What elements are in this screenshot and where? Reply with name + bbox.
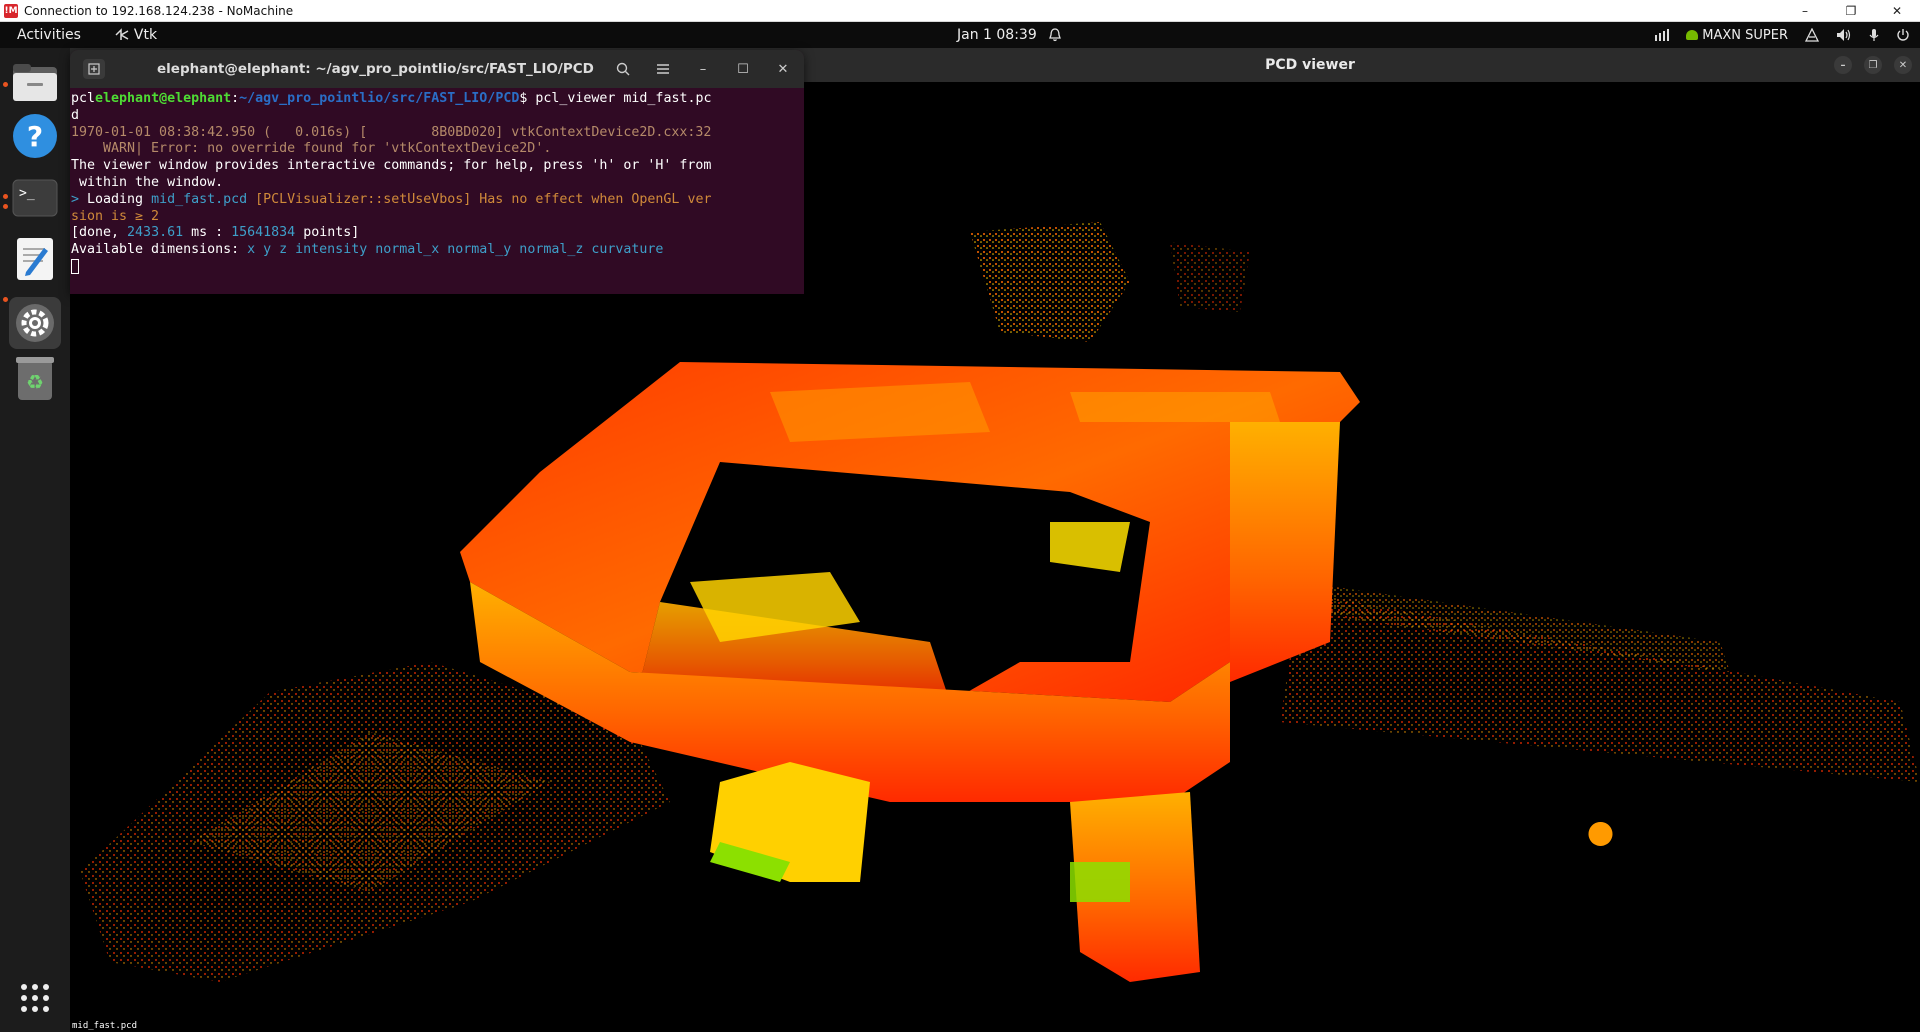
text-editor-icon [17,238,53,280]
load-warn-wrap: sion is ≥ 2 [71,208,160,224]
nomachine-title: Connection to 192.168.124.238 - NoMachin… [24,3,294,18]
dock-help[interactable]: ? [9,110,61,162]
prompt-colon: : [231,91,240,106]
prompt-user: elephant@elephant [95,91,232,106]
running-indicator [3,82,8,87]
running-indicator [3,204,8,209]
pcd-viewer-title: PCD viewer [1265,57,1355,73]
nomachine-minimize-button[interactable]: – [1782,0,1828,22]
nomachine-logo-icon: !M [4,3,18,18]
terminal-window[interactable]: elephant@elephant: ~/agv_pro_pointlio/sr… [70,50,804,294]
prompt-prefix: pcl [71,91,96,106]
done-mid: ms : [183,225,232,241]
terminal-output[interactable]: pclelephant@elephant:~/agv_pro_pointlio/… [70,88,804,276]
network-bars-icon [1655,29,1670,41]
settings-gear-icon [16,304,54,342]
terminal-maximize-button[interactable]: ☐ [730,56,756,82]
dock-settings[interactable] [9,297,61,349]
warn-line-2: WARN| Error: no override found for 'vtkC… [71,141,552,157]
terminal-close-button[interactable]: ✕ [770,56,796,82]
cloud-roof-highlight [770,382,990,442]
app-menu-label: Vtk [133,27,158,43]
info-line-2: within the window. [71,174,224,190]
vtk-app-icon [115,28,129,40]
new-tab-icon [88,63,100,75]
terminal-search-button[interactable] [610,56,636,82]
load-arrow: > [71,191,88,207]
nomachine-restore-button[interactable]: ❐ [1828,0,1874,22]
clock-text: Jan 1 08:39 [957,27,1037,43]
power-mode-indicator[interactable]: MAXN SUPER [1686,28,1788,43]
app-grid-icon [21,984,49,1012]
dims-values: x y z intensity normal_x normal_y normal… [247,242,664,258]
dims-label: Available dimensions: [71,242,248,258]
files-folder-icon [13,64,57,101]
cloud-filename-label: mid_fast.pcd [72,1021,137,1031]
load-warn: [PCLVisualizer::setUseVbos] Has no effec… [247,191,712,207]
prompt-command-wrap: d [71,107,80,123]
volume-icon [1837,29,1851,41]
nomachine-titlebar: !M Connection to 192.168.124.238 - NoMac… [0,0,1920,22]
svg-text:♻: ♻ [26,370,44,394]
activities-button[interactable]: Activities [17,27,81,43]
search-icon [616,62,630,76]
done-prefix: [done, [71,225,128,241]
dock: ? >_ ♻ [0,48,70,1032]
running-indicator [3,297,8,302]
terminal-title: elephant@elephant: ~/agv_pro_pointlio/sr… [157,61,594,77]
warn-line-1: 1970-01-01 08:38:42.950 ( 0.016s) [ 8B0B… [71,124,712,140]
clock-button[interactable]: Jan 1 08:39 [957,22,1061,48]
load-file: mid_fast.pcd [151,191,248,207]
nvidia-icon [1686,30,1699,40]
terminal-icon: >_ [12,179,58,217]
svg-text:>_: >_ [19,186,35,201]
help-icon: ? [13,114,57,158]
prompt-command: $ pcl_viewer mid_fast.pc [519,91,712,106]
running-indicator [3,194,8,199]
cloud-roof-highlight-2 [1070,392,1280,422]
info-line-1: The viewer window provides interactive c… [71,158,712,174]
done-points: 15641834 [231,225,296,241]
gnome-top-bar: Activities Vtk Jan 1 08:39 MAXN SUPER [0,22,1920,48]
done-ms: 2433.61 [127,225,184,241]
terminal-minimize-button[interactable]: – [690,56,716,82]
dock-trash[interactable]: ♻ [9,352,61,404]
trash-recycle-icon: ♻ [16,357,54,400]
nomachine-close-button[interactable]: ✕ [1874,0,1920,22]
power-icon [1897,29,1909,41]
app-menu-vtk[interactable]: Vtk [115,27,157,43]
done-suffix: points] [295,225,360,241]
show-apps-button[interactable] [9,972,61,1024]
microphone-icon [1869,29,1879,41]
system-tray[interactable]: MAXN SUPER [1654,22,1910,48]
prompt-path: ~/agv_pro_pointlio/src/FAST_LIO/PCD [239,91,520,106]
power-mode-label: MAXN SUPER [1702,27,1788,43]
pcd-minimize-button[interactable]: – [1834,56,1852,74]
terminal-menu-button[interactable] [650,56,676,82]
cloud-building-right-wall [1230,422,1340,682]
cloud-front-tower-green [1070,862,1130,902]
terminal-header[interactable]: elephant@elephant: ~/agv_pro_pointlio/sr… [70,50,804,88]
pcd-maximize-button[interactable]: ❐ [1864,56,1882,74]
terminal-cursor [71,258,79,274]
load-text: Loading [87,191,152,207]
wired-network-icon [1804,28,1820,42]
dock-text-editor[interactable] [9,233,61,285]
dock-files[interactable] [9,57,61,109]
cloud-back-structure-2 [1170,242,1250,312]
new-tab-button[interactable] [83,59,105,79]
bell-icon [1048,28,1061,42]
svg-text:?: ? [27,120,43,153]
cloud-sphere [1588,822,1613,846]
hamburger-menu-icon [657,64,669,74]
cloud-back-structure [970,222,1130,342]
dock-terminal[interactable]: >_ [9,172,61,224]
pcd-close-button[interactable]: ✕ [1894,56,1912,74]
